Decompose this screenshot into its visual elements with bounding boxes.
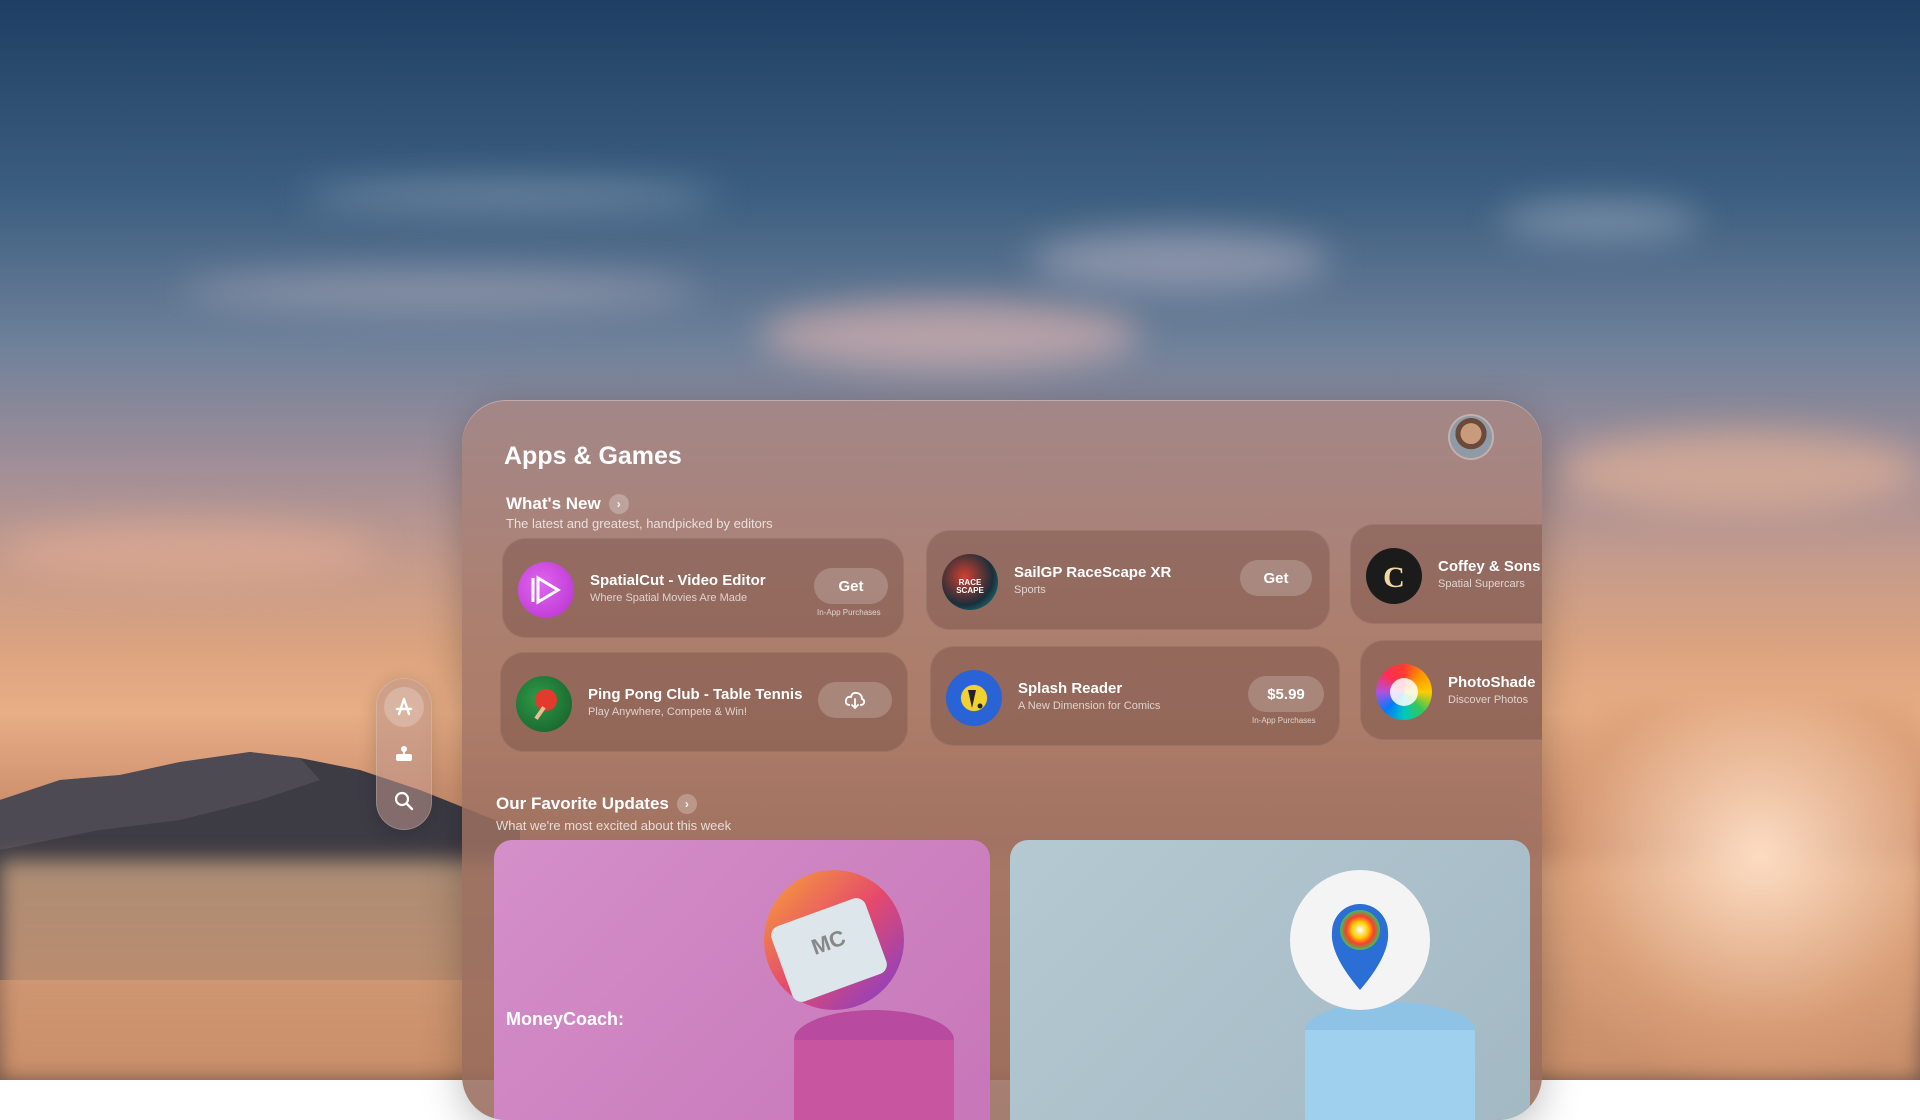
app-name: Coffey & Sons — [1438, 558, 1541, 575]
app-name: SailGP RaceScape XR — [1014, 564, 1172, 581]
app-card-splash-reader[interactable]: Splash Reader A New Dimension for Comics… — [930, 646, 1340, 746]
app-subtitle: Play Anywhere, Compete & Win! — [588, 706, 747, 718]
sky-cloud — [300, 180, 720, 210]
in-app-purchases-note: In-App Purchases — [1252, 716, 1316, 725]
tab-search[interactable] — [384, 781, 424, 821]
feature-card-moneycoach[interactable]: MC MoneyCoach: — [494, 840, 990, 1120]
photoshade-app-icon — [1376, 664, 1432, 720]
sky-cloud — [0, 520, 380, 580]
app-card-pingpong[interactable]: Ping Pong Club - Table Tennis Play Anywh… — [500, 652, 908, 752]
app-name: SpatialCut - Video Editor — [590, 572, 766, 589]
pingpong-app-icon — [516, 676, 572, 732]
sky-cloud — [760, 300, 1140, 370]
feature-title: MoneyCoach: — [506, 1009, 625, 1029]
tab-ornament — [376, 678, 432, 830]
favorite-updates-header[interactable]: Our Favorite Updates › — [496, 794, 697, 814]
feature-card-photo-map[interactable] — [1010, 840, 1530, 1120]
account-avatar[interactable] — [1450, 416, 1492, 458]
app-subtitle: A New Dimension for Comics — [1018, 700, 1161, 712]
page-title: Apps & Games — [504, 442, 682, 470]
app-store-window: Apps & Games What's New › The latest and… — [462, 400, 1542, 1120]
tab-apps[interactable] — [384, 687, 424, 728]
svg-text:SCAPE: SCAPE — [956, 586, 984, 595]
download-button[interactable] — [818, 682, 892, 718]
moneycoach-artwork: MC — [764, 870, 954, 1120]
app-name: Splash Reader — [1018, 680, 1123, 697]
search-icon — [394, 791, 414, 810]
app-subtitle: Sports — [1014, 584, 1046, 596]
app-card-coffey[interactable]: C Coffey & Sons Spatial Supercars — [1350, 524, 1542, 624]
in-app-purchases-note: In-App Purchases — [817, 608, 881, 617]
svg-text:C: C — [1383, 561, 1405, 594]
sailgp-app-icon: RACE SCAPE — [942, 554, 998, 610]
get-button[interactable]: Get — [814, 568, 888, 604]
photo-map-artwork — [1290, 870, 1475, 1120]
whats-new-header[interactable]: What's New › — [506, 494, 629, 514]
sky-cloud — [1500, 200, 1700, 240]
apps-icon — [395, 698, 413, 716]
chevron-right-icon: › — [676, 794, 697, 814]
whats-new-title: What's New — [506, 494, 601, 513]
spatialcut-app-icon — [518, 562, 574, 618]
favorite-updates-title: Our Favorite Updates — [496, 794, 669, 813]
get-button[interactable]: Get — [1240, 560, 1312, 596]
favorite-updates-subtitle: What we're most excited about this week — [496, 818, 732, 833]
app-card-sailgp[interactable]: RACE SCAPE SailGP RaceScape XR Sports Get — [926, 530, 1330, 630]
app-card-photoshade[interactable]: PhotoShade Discover Photos — [1360, 640, 1542, 740]
cloud-bank — [1520, 700, 1920, 1080]
cloud-download-icon — [844, 691, 866, 710]
tab-arcade[interactable] — [384, 734, 424, 774]
sky-cloud — [180, 270, 700, 310]
splash-reader-app-icon — [946, 670, 1002, 726]
app-subtitle: Spatial Supercars — [1438, 578, 1525, 590]
app-subtitle: Where Spatial Movies Are Made — [590, 592, 748, 604]
sky-cloud — [1560, 430, 1920, 510]
price-button[interactable]: $5.99 — [1248, 676, 1324, 712]
arcade-icon — [396, 745, 412, 761]
app-card-spatialcut[interactable]: SpatialCut - Video Editor Where Spatial … — [502, 538, 904, 638]
app-subtitle: Discover Photos — [1448, 694, 1529, 706]
app-name: Ping Pong Club - Table Tennis — [588, 686, 803, 703]
whats-new-subtitle: The latest and greatest, handpicked by e… — [506, 516, 773, 531]
app-name: PhotoShade — [1448, 674, 1536, 691]
chevron-right-icon: › — [608, 494, 629, 514]
sky-cloud — [1030, 230, 1330, 290]
coffey-app-icon: C — [1366, 548, 1422, 604]
